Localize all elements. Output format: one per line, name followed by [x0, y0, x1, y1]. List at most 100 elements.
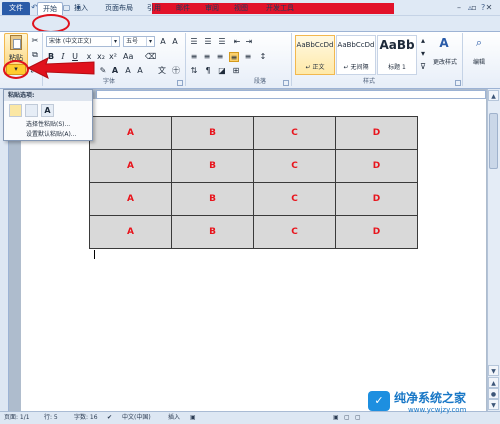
cut-icon[interactable]: ✂ — [30, 36, 40, 46]
scroll-down-icon[interactable]: ▼ — [488, 365, 499, 376]
multilevel-list-icon[interactable]: ☰ — [217, 37, 227, 47]
change-styles-icon[interactable]: A — [437, 37, 451, 52]
table-cell[interactable]: C — [253, 182, 336, 216]
styles-scroll-up-icon[interactable]: ▴ — [418, 36, 428, 49]
table-cell[interactable]: C — [253, 116, 336, 150]
char-border-icon[interactable]: A — [135, 66, 145, 76]
align-center-icon[interactable]: ≡ — [202, 52, 212, 62]
change-styles-label[interactable]: 更改样式 — [430, 57, 460, 66]
phonetic-guide-icon[interactable]: 文 — [157, 66, 167, 76]
style-name: ↵ 正文 — [305, 64, 325, 71]
table-cell[interactable]: B — [171, 215, 254, 249]
table-cell[interactable]: B — [171, 116, 254, 150]
document-table[interactable]: A B C D A B C D A B C D A B C D — [89, 116, 418, 249]
prev-page-icon[interactable]: ▲ — [488, 377, 499, 388]
sort-icon[interactable]: ⇅ — [189, 66, 199, 76]
tab-insert[interactable]: 插入 — [70, 2, 92, 15]
select-browse-object-icon[interactable]: ● — [488, 388, 499, 399]
style-heading-1[interactable]: AaBb 标题 1 — [377, 35, 417, 75]
table-cell[interactable]: A — [89, 215, 172, 249]
tab-file[interactable]: 文件 — [2, 2, 30, 15]
shrink-font-icon[interactable]: A — [170, 37, 180, 47]
horizontal-ruler[interactable] — [96, 90, 486, 99]
table-cell[interactable]: B — [171, 149, 254, 183]
table-cell[interactable]: C — [253, 215, 336, 249]
paragraph-dialog-launcher-icon[interactable] — [283, 80, 289, 86]
keep-text-only-icon[interactable]: A — [41, 104, 54, 117]
align-right-icon[interactable]: ≡ — [215, 52, 225, 62]
highlight-color-icon[interactable]: ✎ — [98, 66, 108, 76]
help-icon[interactable]: ? — [481, 3, 485, 13]
change-case-icon[interactable]: Aa — [123, 52, 133, 62]
table-cell[interactable]: B — [171, 182, 254, 216]
paste-special-item[interactable]: 选择性粘贴(S)... — [26, 120, 70, 129]
line-spacing-icon[interactable]: ↕ — [258, 52, 268, 62]
find-icon[interactable]: ⌕ — [472, 37, 486, 52]
watermark-title: 纯净系统之家 — [394, 391, 467, 405]
keep-source-format-icon[interactable] — [9, 104, 22, 117]
editing-label[interactable]: 编辑 — [466, 57, 492, 66]
table-cell[interactable]: C — [253, 149, 336, 183]
tab-page-layout[interactable]: 页面布局 — [101, 2, 137, 15]
show-marks-icon[interactable]: ¶ — [203, 66, 213, 76]
chevron-down-icon[interactable]: ▾ — [146, 37, 154, 46]
shading-icon[interactable]: ◪ — [217, 66, 227, 76]
tab-review[interactable]: 审阅 — [201, 2, 223, 15]
status-line[interactable]: 行: 5 — [44, 413, 58, 422]
styles-scroll-down-icon[interactable]: ▾ — [418, 49, 428, 62]
subscript-icon[interactable]: x₂ — [96, 52, 106, 62]
styles-more-icon[interactable]: ⊽ — [418, 62, 428, 75]
style-normal[interactable]: AaBbCcDd ↵ 正文 — [295, 35, 335, 75]
table-cell[interactable]: D — [335, 182, 418, 216]
decrease-indent-icon[interactable]: ⇤ — [232, 37, 242, 47]
group-separator — [185, 33, 186, 86]
justify-icon[interactable]: ≡ — [229, 52, 239, 62]
table-cell[interactable]: A — [89, 116, 172, 150]
increase-indent-icon[interactable]: ⇥ — [244, 37, 254, 47]
minimize-ribbon-icon[interactable]: ▵ — [468, 3, 472, 13]
tab-developer[interactable]: 开发工具 — [262, 2, 298, 15]
status-language[interactable]: 中文(中国) — [122, 413, 151, 422]
status-insert-mode[interactable]: 插入 — [168, 413, 180, 422]
web-layout-view-icon[interactable]: ▢ — [355, 413, 361, 422]
table-cell[interactable]: A — [89, 149, 172, 183]
font-name-combo[interactable]: 宋体 (中文正文) ▾ — [46, 36, 120, 47]
tab-mailings[interactable]: 邮件 — [172, 2, 194, 15]
align-left-icon[interactable]: ≡ — [189, 52, 199, 62]
table-cell[interactable]: D — [335, 116, 418, 150]
set-default-paste-item[interactable]: 设置默认粘贴(A)... — [26, 130, 77, 139]
grow-font-icon[interactable]: A — [158, 37, 168, 47]
status-words[interactable]: 字数: 16 — [74, 413, 98, 422]
font-size-combo[interactable]: 五号 ▾ — [123, 36, 155, 47]
borders-icon[interactable]: ⊞ — [231, 66, 241, 76]
superscript-icon[interactable]: x² — [108, 52, 118, 62]
enclose-char-icon[interactable]: ㊉ — [171, 66, 181, 76]
tab-view[interactable]: 视图 — [230, 2, 252, 15]
tab-references[interactable]: 引用 — [143, 2, 165, 15]
full-screen-view-icon[interactable]: ▢ — [344, 413, 350, 422]
bullets-icon[interactable]: ☰ — [189, 37, 199, 47]
paste-options-title: 粘贴选项: — [4, 90, 92, 101]
text-effects-icon[interactable]: A — [110, 66, 120, 76]
spellcheck-icon[interactable]: ✔ — [107, 413, 112, 422]
merge-format-icon[interactable] — [25, 104, 38, 117]
status-page[interactable]: 页面: 1/1 — [4, 413, 30, 422]
char-shading-icon[interactable]: A — [123, 66, 133, 76]
table-cell[interactable]: A — [89, 182, 172, 216]
font-dialog-launcher-icon[interactable] — [177, 80, 183, 86]
next-page-icon[interactable]: ▼ — [488, 399, 499, 410]
minimize-icon[interactable]: – — [452, 1, 466, 14]
table-cell[interactable]: D — [335, 149, 418, 183]
numbering-icon[interactable]: ☰ — [203, 37, 213, 47]
distributed-icon[interactable]: ≡ — [243, 52, 253, 62]
clear-format-icon[interactable]: ⌫ — [145, 52, 156, 62]
macro-record-icon[interactable]: ▣ — [190, 413, 196, 422]
scrollbar-thumb[interactable] — [489, 113, 498, 169]
style-no-spacing[interactable]: AaBbCcDd ↵ 无间隔 — [336, 35, 376, 75]
styles-dialog-launcher-icon[interactable] — [455, 80, 461, 86]
table-cell[interactable]: D — [335, 215, 418, 249]
table-row: A B C D — [89, 215, 418, 249]
print-layout-view-icon[interactable]: ▣ — [333, 413, 339, 422]
chevron-down-icon[interactable]: ▾ — [111, 37, 119, 46]
scroll-up-icon[interactable]: ▲ — [488, 90, 499, 101]
